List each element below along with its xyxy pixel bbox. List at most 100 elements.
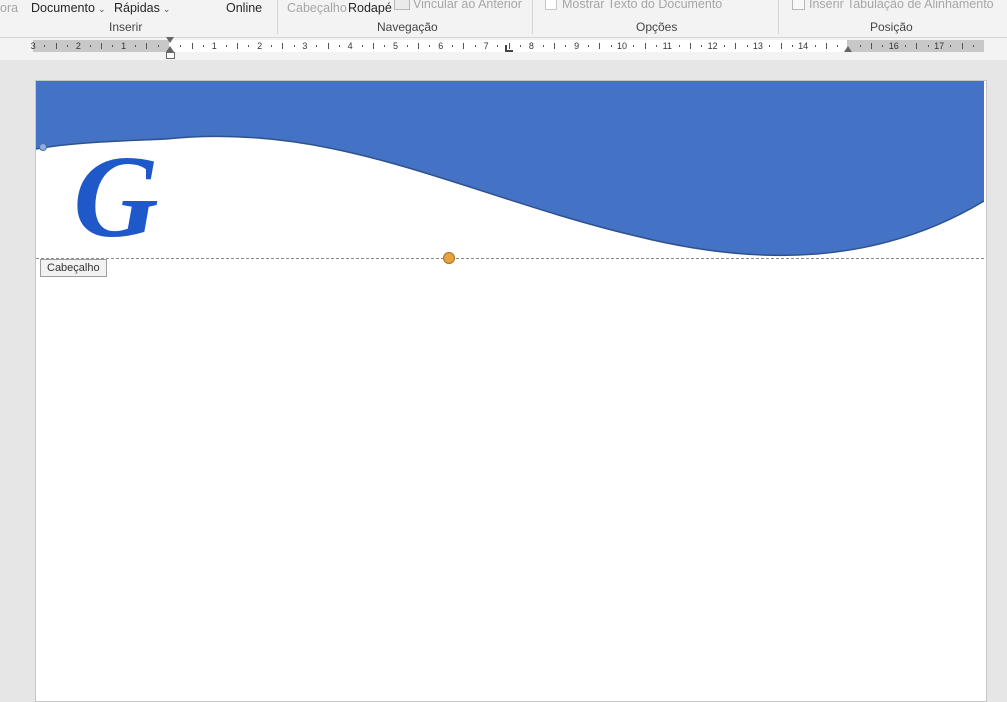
rapidas-label: Rápidas [114,1,160,15]
ruler-tick [644,43,646,49]
ruler-tick [248,45,250,47]
header-tag: Cabeçalho [40,259,107,277]
ruler-number: 11 [662,41,672,51]
ruler-tick [338,45,340,47]
group-label-posicao: Posição [870,20,913,34]
ruler-tick [780,43,782,49]
logo-letter: G [73,131,158,261]
ruler-tick [520,45,522,47]
ruler-number: 13 [752,41,763,51]
group-label-opcoes: Opções [636,20,678,34]
ruler-tick [55,43,57,49]
ruler-tick [384,45,386,47]
ruler-tick [293,45,295,47]
ribbon-partial-button-label[interactable]: ora [0,1,18,15]
link-icon [394,0,410,10]
ir-para-rodape-button[interactable]: Rodapé [348,1,392,15]
ruler-number: 1 [211,41,217,51]
vincular-anterior-button[interactable]: Vincular ao Anterior [413,0,522,11]
tab-stop-marker[interactable] [505,45,513,52]
header-boundary-line [36,258,984,259]
ruler-number: 9 [574,41,580,51]
document-page[interactable]: G Cabeçalho [35,80,987,702]
ruler-tick [859,45,861,47]
ruler-tick [905,45,907,47]
ruler-number: 1 [121,41,127,51]
ruler-number: 6 [438,41,444,51]
ruler-tick [67,45,69,47]
ruler-number: 7 [483,41,489,51]
ruler-number: 12 [707,41,718,51]
ruler-tick [588,45,590,47]
ruler-tick [452,45,454,47]
ruler-tick [633,45,635,47]
ruler-tick [463,43,465,49]
ruler-tick [327,43,329,49]
ruler-tick [157,45,159,47]
left-indent-marker[interactable] [166,52,175,59]
ruler-tick [429,45,431,47]
ruler-number: 10 [616,41,628,51]
ruler-tick [316,45,318,47]
ruler-tick [270,45,272,47]
ruler-number: 2 [257,41,263,51]
ruler-tick [655,45,657,47]
ruler-number: 14 [798,41,809,51]
ruler-tick [701,45,703,47]
ruler-number: 2 [75,41,81,51]
imagens-online-button[interactable]: Online [226,1,262,15]
first-line-indent-marker[interactable] [166,37,174,43]
ribbon: ora Documento ⌄ Rápidas ⌄ Online Inserir C… [0,0,1007,38]
ruler-number: 17 [934,41,945,51]
right-indent-marker[interactable] [844,46,852,52]
ruler-tick [769,45,771,47]
ruler-number: 3 [30,41,36,51]
ruler-tick [146,43,148,49]
ruler-tick [791,45,793,47]
ruler-tick [542,45,544,47]
ruler-tick [180,45,182,47]
ruler-number: 4 [347,41,353,51]
header-wave-shape[interactable]: G [36,81,984,261]
shape-anchor-handle[interactable] [39,143,47,151]
documento-button[interactable]: Documento ⌄ [31,1,105,15]
inserir-tabulacao-button[interactable]: Inserir Tabulação de Alinhamento [809,0,994,11]
ruler-tick [882,45,884,47]
ruler-tick [202,45,204,47]
ruler-tick [554,43,556,49]
ruler-tick [746,45,748,47]
ruler-number: 8 [528,41,534,51]
ruler-number: 16 [888,41,899,51]
group-label-inserir: Inserir [109,20,143,34]
ruler-tick [871,43,873,49]
ruler-tick [837,45,839,47]
ruler-number: 5 [392,41,399,51]
insert-tab-icon [792,0,805,10]
ruler-tick [916,43,918,49]
ruler-tick [406,45,408,47]
ruler-tick [44,45,46,47]
ruler-tick [225,45,227,47]
ruler-tick [735,43,737,49]
ruler-tick [723,45,725,47]
shape-anchor-handle[interactable] [443,252,455,264]
ir-para-cabecalho-button[interactable]: Cabeçalho [287,1,347,15]
ruler-tick [236,43,238,49]
ruler-tick [678,45,680,47]
ruler-tick [112,45,114,47]
mostrar-texto-label: Mostrar Texto do Documento [562,0,723,11]
ruler-tick [950,45,952,47]
ruler-tick [361,45,363,47]
ruler-tick [814,45,816,47]
ruler-tick [565,45,567,47]
ruler-tick [135,45,137,47]
ruler-tick [497,45,499,47]
mostrar-texto-checkbox[interactable] [545,0,557,10]
partes-rapidas-button[interactable]: Rápidas ⌄ [114,1,170,15]
ruler-tick [474,45,476,47]
ribbon-divider [532,0,533,34]
chevron-down-icon: ⌄ [162,4,171,14]
ruler-tick [191,43,193,49]
ruler-tick [89,45,91,47]
ruler-number: 3 [302,41,308,51]
